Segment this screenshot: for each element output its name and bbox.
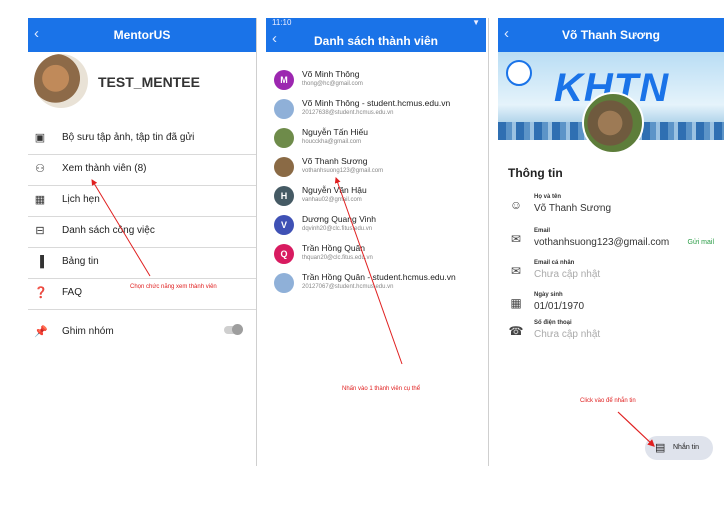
member-email: vanhau02@gmail.com (302, 197, 362, 203)
avatar: V (274, 215, 294, 235)
divider (488, 18, 489, 466)
mail-icon: ✉ (510, 264, 522, 278)
message-button-label: Nhắn tin (673, 444, 700, 451)
member-email: thquan20@clc.fitus.edu.vn (302, 255, 373, 261)
app-bar: ‹ Võ Thanh Sương (498, 18, 724, 52)
member-name: Nguyễn Tấn Hiếu (302, 127, 368, 137)
member-item[interactable]: Trần Hồng Quân - student.hcmus.edu.vn 20… (274, 271, 486, 299)
field-value: Võ Thanh Sương (534, 203, 612, 214)
field-value: vothanhsuong123@gmail.com (534, 237, 670, 248)
member-item[interactable]: M Võ Minh Thông thong@hc@gmail.com (274, 68, 486, 96)
member-list-screen: 11:10 ▼ ‹ Danh sách thành viên M Võ Minh… (266, 18, 486, 466)
member-name: Dương Quang Vinh (302, 214, 376, 224)
phone-icon: ☎ (508, 324, 524, 338)
member-email: 20127067@student.hcmus.edu.vn (302, 284, 394, 290)
menu-item-label: Bảng tin (62, 256, 99, 267)
member-name: Võ Thanh Sương (302, 156, 368, 166)
avatar: H (274, 186, 294, 206)
info-email: ✉ Email vothanhsuong123@gmail.com Gửi ma… (508, 228, 724, 258)
menu-item-label: Ghim nhóm (62, 326, 114, 337)
field-label: Email (534, 228, 551, 234)
member-item[interactable]: V Dương Quang Vinh dqvinh20@clc.fitus.ed… (274, 213, 486, 241)
divider (256, 18, 257, 466)
status-bar: 11:10 ▼ (266, 18, 486, 28)
avatar: Q (274, 244, 294, 264)
pin-icon: 📌 (34, 326, 48, 338)
members-icon: ⚇ (35, 163, 45, 175)
group-detail-screen: ‹ MentorUS TEST_MENTEE ▣ Bộ sưu tập ảnh,… (28, 18, 256, 466)
field-label: Số điện thoại (534, 320, 572, 326)
section-title: Thông tin (508, 166, 563, 180)
info-phone: ☎ Số điện thoại Chưa cập nhật (508, 320, 724, 350)
member-name: Võ Minh Thông - student.hcmus.edu.vn (302, 98, 451, 108)
annotation-select-members: Chọn chức năng xem thành viên (130, 284, 217, 290)
member-item[interactable]: Q Trần Hồng Quân thquan20@clc.fitus.edu.… (274, 242, 486, 270)
status-time: 11:10 (272, 18, 292, 27)
faq-icon: ❓ (34, 287, 48, 299)
field-value: 01/01/1970 (534, 301, 585, 312)
member-name: Trần Hồng Quân - student.hcmus.edu.vn (302, 272, 456, 282)
member-item[interactable]: Võ Minh Thông - student.hcmus.edu.vn 201… (274, 97, 486, 125)
app-bar: ‹ MentorUS (28, 18, 256, 52)
task-list-icon: ⊟ (35, 225, 45, 237)
calendar-icon: ▦ (510, 296, 522, 310)
info-name: ☺ Họ và tên Võ Thanh Sương (508, 194, 724, 224)
field-value: Chưa cập nhật (534, 269, 601, 280)
member-item[interactable]: Nguyễn Tấn Hiếu houcckha@gmail.com (274, 126, 486, 154)
menu-item-calendar[interactable]: ▦ Lịch hẹn (28, 186, 256, 217)
menu-item-label: Xem thành viên (8) (62, 163, 147, 174)
menu-item-label: Lịch hẹn (62, 194, 100, 205)
field-label: Email cá nhân (534, 260, 575, 266)
field-label: Ngày sinh (534, 292, 563, 298)
menu-item-label: FAQ (62, 287, 83, 298)
member-item[interactable]: Võ Thanh Sương vothanhsuong123@gmail.com (274, 155, 486, 183)
group-avatar (34, 54, 88, 108)
app-title: Danh sách thành viên (313, 34, 439, 48)
menu-item-gallery[interactable]: ▣ Bộ sưu tập ảnh, tập tin đã gửi (28, 124, 256, 155)
member-name: Trần Hồng Quân (302, 243, 365, 253)
mail-icon: ✉ (510, 232, 522, 246)
chat-icon: ▤ (655, 442, 666, 454)
member-email: vothanhsuong123@gmail.com (302, 168, 384, 174)
member-item[interactable]: H Nguyễn Văn Hậu vanhau02@gmail.com (274, 184, 486, 212)
member-email: dqvinh20@clc.fitus.edu.vn (302, 226, 373, 232)
annotation-tap-member: Nhấn vào 1 thành viên cụ thể (342, 386, 421, 392)
menu-item-bulletin[interactable]: ▐ Bảng tin (28, 248, 256, 279)
signal-icon: ▼ (472, 18, 480, 27)
person-icon: ☺ (509, 198, 523, 212)
avatar: M (274, 70, 294, 90)
member-email: 20127638@student.hcmus.edu.vn (302, 110, 394, 116)
member-name: Nguyễn Văn Hậu (302, 185, 367, 195)
group-name: TEST_MENTEE (98, 74, 200, 90)
menu-item-tasks[interactable]: ⊟ Danh sách công việc (28, 217, 256, 248)
avatar (274, 99, 294, 119)
field-value: Chưa cập nhật (534, 329, 601, 340)
bulletin-icon: ▐ (36, 256, 44, 268)
info-personal-email: ✉ Email cá nhân Chưa cập nhật (508, 260, 724, 290)
send-mail-link[interactable]: Gửi mail (688, 239, 714, 246)
profile-avatar (582, 92, 644, 154)
menu-item-members[interactable]: ⚇ Xem thành viên (8) (28, 155, 256, 186)
menu-item-label: Danh sách công việc (62, 225, 155, 236)
field-label: Họ và tên (534, 194, 562, 200)
pin-toggle[interactable] (224, 324, 243, 335)
menu-item-pin: 📌 Ghim nhóm (28, 318, 256, 348)
avatar (274, 273, 294, 293)
app-title: MentorUS (113, 28, 171, 42)
avatar (274, 157, 294, 177)
message-button[interactable]: ▤ Nhắn tin (645, 436, 713, 460)
member-email: houcckha@gmail.com (302, 139, 362, 145)
member-email: thong@hc@gmail.com (302, 81, 363, 87)
gallery-icon: ▣ (34, 132, 46, 144)
info-birthday: ▦ Ngày sinh 01/01/1970 (508, 292, 724, 322)
app-bar: 11:10 ▼ ‹ Danh sách thành viên (266, 18, 486, 52)
annotation-click-message: Click vào để nhắn tin (580, 398, 636, 404)
app-title: Võ Thanh Sương (562, 28, 660, 42)
avatar (274, 128, 294, 148)
calendar-icon: ▦ (34, 194, 46, 206)
menu-item-label: Bộ sưu tập ảnh, tập tin đã gửi (62, 132, 195, 143)
university-logo (506, 60, 532, 86)
member-name: Võ Minh Thông (302, 69, 360, 79)
